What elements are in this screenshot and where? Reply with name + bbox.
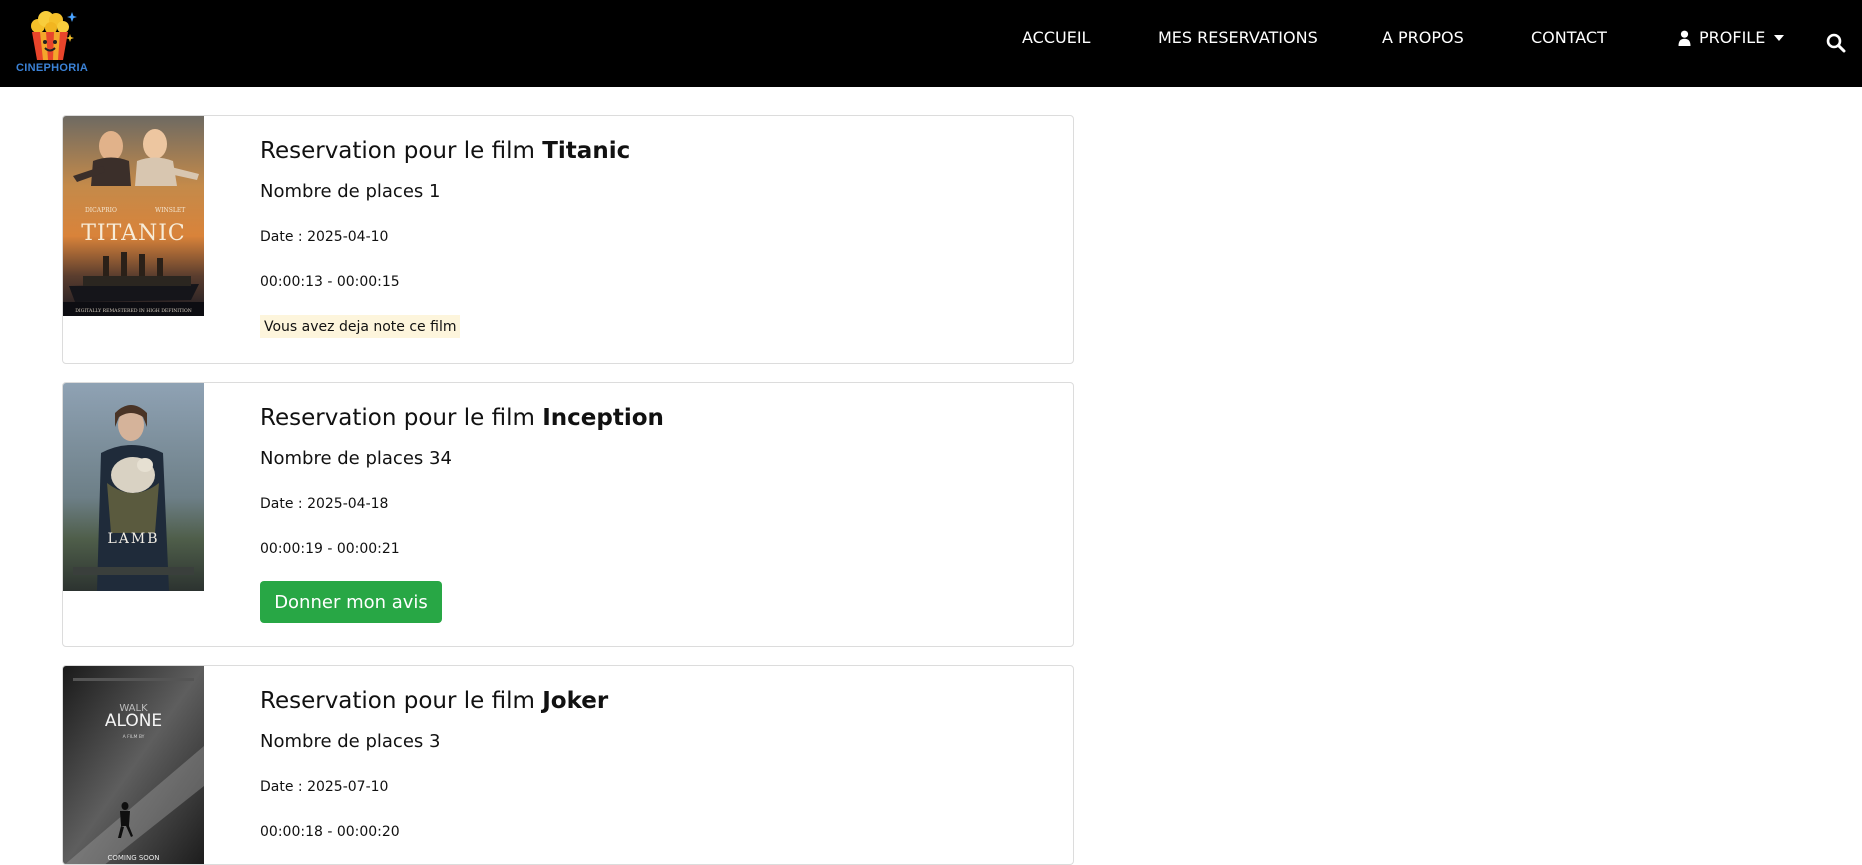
poster-actor-name: DICAPRIO xyxy=(85,207,117,214)
cinephoria-logo[interactable]: CINEPHORIA xyxy=(16,8,88,78)
nav-link-a-propos[interactable]: A PROPOS xyxy=(1382,28,1464,47)
reservation-time: 00:00:19 - 00:00:21 xyxy=(260,541,400,557)
reservation-date: Date : 2025-04-10 xyxy=(260,229,389,245)
reservation-card: LAMB Reservation pour le film Inception … xyxy=(62,382,1074,647)
reservation-title: Reservation pour le film Joker xyxy=(260,688,609,714)
reservation-time: 00:00:13 - 00:00:15 xyxy=(260,274,400,290)
profile-label: PROFILE xyxy=(1699,28,1766,47)
reservation-date: Date : 2025-07-10 xyxy=(260,779,389,795)
user-icon xyxy=(1678,30,1691,46)
already-rated-badge: Vous avez deja note ce film xyxy=(260,315,461,338)
give-review-button[interactable]: Donner mon avis xyxy=(260,581,442,623)
poster-title: TITANIC xyxy=(81,221,186,246)
reservation-title: Reservation pour le film Inception xyxy=(260,405,664,431)
poster-byline: A FILM BY xyxy=(123,734,145,740)
places-count: Nombre de places 3 xyxy=(260,731,441,752)
nav-link-contact[interactable]: CONTACT xyxy=(1531,28,1607,47)
places-count: Nombre de places 1 xyxy=(260,181,441,202)
movie-poster: LAMB xyxy=(63,383,204,591)
reservation-card: DICAPRIO WINSLET TITANIC DIGITALLY REMAS… xyxy=(62,115,1074,364)
search-icon[interactable] xyxy=(1826,33,1846,53)
poster-footer: DIGITALLY REMASTERED IN HIGH DEFINITION xyxy=(75,308,192,314)
nav-link-mes-reservations[interactable]: MES RESERVATIONS xyxy=(1158,28,1318,47)
reservation-card: WALK ALONE A FILM BY COMING SOON Reserva… xyxy=(62,665,1074,865)
top-navbar: CINEPHORIA ACCUEIL MES RESERVATIONS A PR… xyxy=(0,0,1862,87)
reservation-title: Reservation pour le film Titanic xyxy=(260,138,631,164)
poster-title: LAMB xyxy=(107,531,159,547)
brand-name: CINEPHORIA xyxy=(16,62,89,74)
poster-footer: COMING SOON xyxy=(107,854,159,862)
poster-title: ALONE xyxy=(105,711,162,731)
reservation-time: 00:00:18 - 00:00:20 xyxy=(260,824,400,840)
movie-poster: WALK ALONE A FILM BY COMING SOON xyxy=(63,666,204,864)
caret-down-icon xyxy=(1774,34,1785,41)
profile-dropdown[interactable]: PROFILE xyxy=(1678,28,1785,47)
film-name: Inception xyxy=(542,405,664,431)
poster-actor-name: WINSLET xyxy=(155,207,185,214)
film-name: Joker xyxy=(542,688,609,714)
film-name: Titanic xyxy=(542,138,631,164)
nav-link-accueil[interactable]: ACCUEIL xyxy=(1022,28,1090,47)
reservation-date: Date : 2025-04-18 xyxy=(260,496,389,512)
popcorn-icon xyxy=(31,11,77,60)
places-count: Nombre de places 34 xyxy=(260,448,452,469)
movie-poster: DICAPRIO WINSLET TITANIC DIGITALLY REMAS… xyxy=(63,116,204,316)
